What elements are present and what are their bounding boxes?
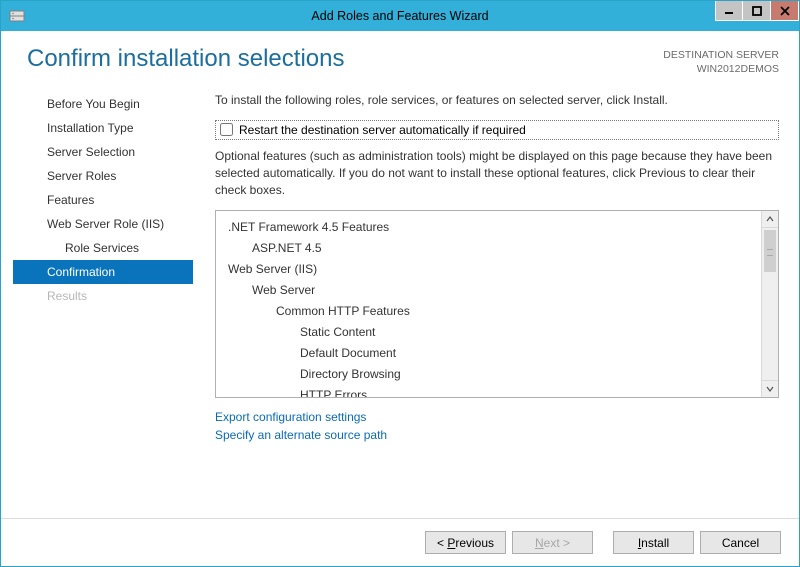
page-heading: Confirm installation selections bbox=[27, 45, 344, 73]
titlebar[interactable]: Add Roles and Features Wizard bbox=[1, 1, 799, 31]
restart-checkbox-label[interactable]: Restart the destination server automatic… bbox=[239, 123, 526, 137]
intro-text: To install the following roles, role ser… bbox=[215, 92, 779, 109]
export-config-link[interactable]: Export configuration settings bbox=[215, 408, 779, 427]
destination-server-info: DESTINATION SERVER WIN2012DEMOS bbox=[663, 45, 779, 76]
feature-item: .NET Framework 4.5 Features bbox=[224, 217, 761, 238]
wizard-nav: Before You BeginInstallation TypeServer … bbox=[13, 90, 197, 518]
header-zone: Confirm installation selections DESTINAT… bbox=[1, 31, 799, 82]
cancel-button[interactable]: Cancel bbox=[700, 531, 781, 554]
restart-checkbox[interactable] bbox=[220, 123, 233, 136]
scroll-up-button[interactable] bbox=[762, 211, 778, 228]
window-controls bbox=[715, 1, 799, 21]
nav-step[interactable]: Features bbox=[13, 188, 193, 212]
destination-server-label: DESTINATION SERVER bbox=[663, 49, 779, 63]
nav-step[interactable]: Confirmation bbox=[13, 260, 193, 284]
nav-step[interactable]: Server Roles bbox=[13, 164, 193, 188]
main-panel: To install the following roles, role ser… bbox=[197, 90, 793, 518]
body-zone: Before You BeginInstallation TypeServer … bbox=[1, 82, 799, 518]
nav-step[interactable]: Installation Type bbox=[13, 116, 193, 140]
nav-step[interactable]: Server Selection bbox=[13, 140, 193, 164]
maximize-button[interactable] bbox=[743, 1, 771, 21]
nav-step[interactable]: Web Server Role (IIS) bbox=[13, 212, 193, 236]
client-area: Confirm installation selections DESTINAT… bbox=[1, 31, 799, 566]
scroll-thumb[interactable] bbox=[764, 230, 776, 272]
links-zone: Export configuration settings Specify an… bbox=[215, 398, 779, 445]
previous-button[interactable]: < Previous bbox=[425, 531, 506, 554]
feature-item: Web Server bbox=[224, 280, 761, 301]
next-button: Next > bbox=[512, 531, 593, 554]
nav-step: Results bbox=[13, 284, 193, 308]
window-title: Add Roles and Features Wizard bbox=[1, 9, 799, 23]
nav-step[interactable]: Role Services bbox=[13, 236, 193, 260]
minimize-button[interactable] bbox=[715, 1, 743, 21]
feature-scrollbar[interactable] bbox=[761, 211, 778, 397]
restart-checkbox-row[interactable]: Restart the destination server automatic… bbox=[215, 120, 779, 140]
wizard-footer: < Previous Next > Install Cancel bbox=[1, 518, 799, 566]
scroll-down-button[interactable] bbox=[762, 380, 778, 397]
feature-item: Web Server (IIS) bbox=[224, 259, 761, 280]
nav-step[interactable]: Before You Begin bbox=[13, 92, 193, 116]
feature-item: HTTP Errors bbox=[224, 385, 761, 397]
feature-list: .NET Framework 4.5 FeaturesASP.NET 4.5We… bbox=[216, 211, 761, 397]
feature-item: Default Document bbox=[224, 343, 761, 364]
alternate-source-link[interactable]: Specify an alternate source path bbox=[215, 426, 779, 445]
optional-features-note: Optional features (such as administratio… bbox=[215, 148, 779, 200]
server-manager-icon bbox=[9, 8, 25, 24]
close-button[interactable] bbox=[771, 1, 799, 21]
destination-server-value: WIN2012DEMOS bbox=[663, 63, 779, 77]
feature-list-box: .NET Framework 4.5 FeaturesASP.NET 4.5We… bbox=[215, 210, 779, 398]
feature-item: Common HTTP Features bbox=[224, 301, 761, 322]
install-button[interactable]: Install bbox=[613, 531, 694, 554]
feature-item: ASP.NET 4.5 bbox=[224, 238, 761, 259]
feature-item: Static Content bbox=[224, 322, 761, 343]
wizard-window: Add Roles and Features Wizard Confirm in… bbox=[0, 0, 800, 567]
feature-item: Directory Browsing bbox=[224, 364, 761, 385]
